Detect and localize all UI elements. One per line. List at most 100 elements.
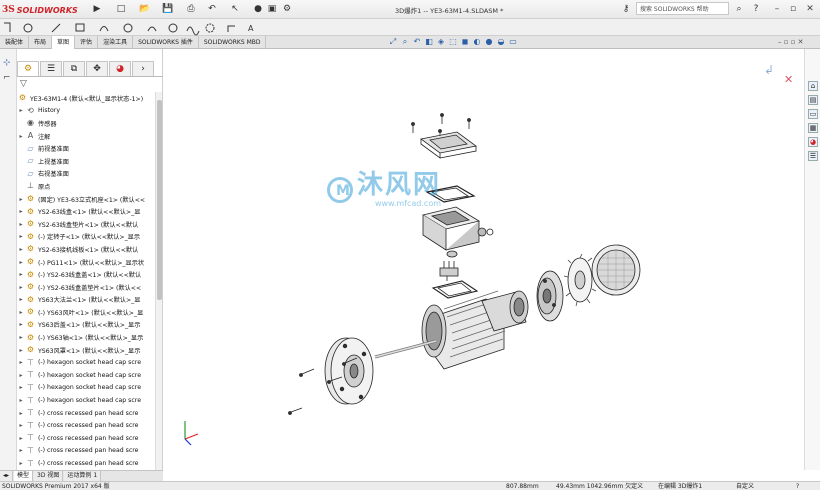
new-document-icon[interactable]: □ <box>115 3 127 15</box>
bottom-tab-3d-views[interactable]: 3D 视图 <box>34 471 64 481</box>
dimxpert-manager-tab-icon[interactable]: ✥ <box>86 61 108 76</box>
tree-node[interactable]: ▸ ⚙ YS2-63线盒垫片<1> (默认<<默认 <box>17 218 154 231</box>
tree-node[interactable]: ▸ ⚙ YS63大法兰<1> (默认<<默认>_显 <box>17 294 154 307</box>
tab-evaluate[interactable]: 评估 <box>75 36 99 49</box>
tree-node[interactable]: ▸ ⚙ (固定) YE3-63立式机座<1> (默认<< <box>17 193 154 206</box>
help-question-icon[interactable]: ? <box>750 3 762 15</box>
tree-node[interactable]: ▸ ⊤ (-) hexagon socket head cap scre <box>17 394 154 407</box>
display-style-icon[interactable]: ◼ <box>460 37 470 47</box>
tree-node[interactable]: ▸ ⚙ (-) YS63风叶<1> (默认<<默认>_显 <box>17 306 154 319</box>
expand-arrow-icon[interactable]: ▸ <box>17 233 25 240</box>
tree-node[interactable]: ▸ ⚙ YS63风罩<1> (默认<<默认>_显示 <box>17 344 154 357</box>
bottom-tab-scroll[interactable]: ◂▸ <box>0 471 14 481</box>
select-arrow-icon[interactable]: ↖ <box>229 3 241 15</box>
filter-icon[interactable]: ▽ <box>20 79 27 89</box>
tree-scrollbar[interactable] <box>155 92 162 480</box>
expand-arrow-icon[interactable]: ▸ <box>17 347 25 354</box>
save-icon[interactable]: 💾 <box>162 3 174 15</box>
zoom-area-icon[interactable]: ⌕ <box>400 37 410 47</box>
display-manager-tab-icon[interactable]: ◕ <box>109 61 131 76</box>
bottom-tab-motion-study[interactable]: 运动算例 1 <box>64 471 102 481</box>
tree-node[interactable]: ▸ ⚙ (-) 定转子<1> (默认<<默认>_显示 <box>17 231 154 244</box>
tree-node[interactable]: ▸ ⊤ (-) hexagon socket head cap scre <box>17 356 154 369</box>
corner-icon[interactable]: ⌐ <box>3 73 11 83</box>
traffic-light-icon[interactable]: ● <box>252 3 264 15</box>
custom-properties-icon[interactable]: ☰ <box>808 151 818 161</box>
print-icon[interactable]: ⎙ <box>185 3 197 15</box>
menu-expand-icon[interactable]: ▶ <box>91 3 103 15</box>
appearances-icon[interactable]: ◕ <box>808 137 818 147</box>
sketch-grid-icon[interactable]: ⊹ <box>3 58 11 68</box>
tree-node[interactable]: ▸ ⚙ YS2-63接机线板<1> (默认<<默认 <box>17 243 154 256</box>
expand-arrow-icon[interactable]: ▸ <box>17 296 25 303</box>
view-settings-icon[interactable]: ▭ <box>508 37 518 47</box>
expand-arrow-icon[interactable]: ▸ <box>17 196 25 203</box>
tree-node[interactable]: ▸ ⚙ (-) YS63轴<1> (默认<<默认>_显示 <box>17 331 154 344</box>
tree-node[interactable]: ▱ 上视基准面 <box>17 155 154 168</box>
tree-root-assembly[interactable]: ⚙ YE3-63M1-4 (默认<默认_显示状态-1>) <box>17 92 154 105</box>
expand-arrow-icon[interactable]: ▸ <box>17 321 25 328</box>
expand-arrow-icon[interactable]: ▸ <box>17 259 25 266</box>
tree-node[interactable]: ▸⊤ (-) cross recessed pan head scre <box>17 407 154 420</box>
confirmation-corner-icon[interactable]: ↲ <box>764 63 774 77</box>
minimize-button[interactable]: – <box>770 2 784 16</box>
tree-node[interactable]: ▸ ⚙ (-) YS2-63线盒盖<1> (默认<<默认 <box>17 268 154 281</box>
previous-view-icon[interactable]: ↶ <box>412 37 422 47</box>
zoom-to-fit-icon[interactable]: ⤢ <box>388 37 398 47</box>
section-view-icon[interactable]: ◧ <box>424 37 434 47</box>
cancel-corner-icon[interactable]: ✕ <box>784 73 793 86</box>
expand-arrow-icon[interactable]: ▸ <box>17 208 25 215</box>
rebuild-icon[interactable]: ▣ <box>266 3 278 15</box>
tree-node[interactable]: ▸ ⟲ History <box>17 105 154 118</box>
expand-arrow-icon[interactable]: ▸ <box>17 384 25 391</box>
expand-arrow-icon[interactable]: ▸ <box>17 447 25 454</box>
tree-node[interactable]: ▸⊤ (-) cross recessed pan head scre <box>17 457 154 470</box>
tree-node[interactable]: ▱ 右视基准面 <box>17 168 154 181</box>
solidworks-logo[interactable]: 3S SOLIDWORKS <box>2 3 78 17</box>
expand-arrow-icon[interactable]: ▸ <box>17 410 25 417</box>
restore-button[interactable]: ▫ <box>786 2 800 16</box>
graphics-viewport[interactable]: M 沐风网 www.mfcad.com ↲ ✕ <box>164 49 804 470</box>
help-key-icon[interactable]: ⚷ <box>620 3 632 15</box>
expand-arrow-icon[interactable]: ▸ <box>17 309 25 316</box>
search-icon[interactable]: ⌕ <box>733 3 745 15</box>
view-orientation-icon[interactable]: ⬚ <box>448 37 458 47</box>
expand-arrow-icon[interactable]: ▸ <box>17 372 25 379</box>
options-gear-icon[interactable]: ⚙ <box>281 3 293 15</box>
dynamic-annotation-icon[interactable]: ◈ <box>436 37 446 47</box>
tabs-overflow-icon[interactable]: › <box>132 61 154 76</box>
expand-arrow-icon[interactable]: ▸ <box>17 107 25 114</box>
design-library-icon[interactable]: ▤ <box>808 95 818 105</box>
expand-arrow-icon[interactable]: ▸ <box>17 435 25 442</box>
configuration-manager-tab-icon[interactable]: ⧉ <box>63 61 85 76</box>
expand-arrow-icon[interactable]: ▸ <box>17 422 25 429</box>
file-explorer-icon[interactable]: ▭ <box>808 109 818 119</box>
expand-arrow-icon[interactable]: ▸ <box>17 271 25 278</box>
expand-arrow-icon[interactable]: ▸ <box>17 284 25 291</box>
tab-layout[interactable]: 布局 <box>29 36 53 49</box>
view-palette-icon[interactable]: ▦ <box>808 123 818 133</box>
expand-arrow-icon[interactable]: ▸ <box>17 246 25 253</box>
edit-appearance-icon[interactable]: ● <box>484 37 494 47</box>
expand-arrow-icon[interactable]: ▸ <box>17 460 25 467</box>
tree-node[interactable]: ▸⊤ (-) cross recessed pan head scre <box>17 419 154 432</box>
apply-scene-icon[interactable]: ◒ <box>496 37 506 47</box>
feature-manager-tab-icon[interactable]: ⚙ <box>17 61 39 76</box>
tree-node[interactable]: ▸ ⚙ YS63后盖<1> (默认<<默认>_显示 <box>17 319 154 332</box>
tree-node[interactable]: ▸ ⚙ (-) YS2-63线盒盖垫片<1> (默认<< <box>17 281 154 294</box>
tree-node[interactable]: ▸ A 注解 <box>17 130 154 143</box>
undo-icon[interactable]: ↶ <box>206 3 218 15</box>
tab-solidworks-addins[interactable]: SOLIDWORKS 插件 <box>133 36 199 49</box>
expand-arrow-icon[interactable]: ▸ <box>17 397 25 404</box>
hide-show-items-icon[interactable]: ◐ <box>472 37 482 47</box>
resources-icon[interactable]: ⌂ <box>808 81 818 91</box>
tree-node[interactable]: ▸ ⊤ (-) hexagon socket head cap scre <box>17 382 154 395</box>
tab-assembly[interactable]: 装配体 <box>0 36 30 49</box>
expand-arrow-icon[interactable]: ▸ <box>17 133 25 140</box>
tab-render-tools[interactable]: 渲染工具 <box>98 36 134 49</box>
tree-node[interactable]: ▸ ⚙ YS2-63线盒<1> (默认<<默认>_显 <box>17 205 154 218</box>
tree-node[interactable]: ▸⊤ (-) cross recessed pan head scre <box>17 432 154 445</box>
property-manager-tab-icon[interactable]: ☰ <box>40 61 62 76</box>
viewport-window-controls[interactable]: – ▫ ▫ ✕ <box>778 38 804 46</box>
help-search-input[interactable]: 搜索 SOLIDWORKS 帮助 <box>636 2 729 15</box>
